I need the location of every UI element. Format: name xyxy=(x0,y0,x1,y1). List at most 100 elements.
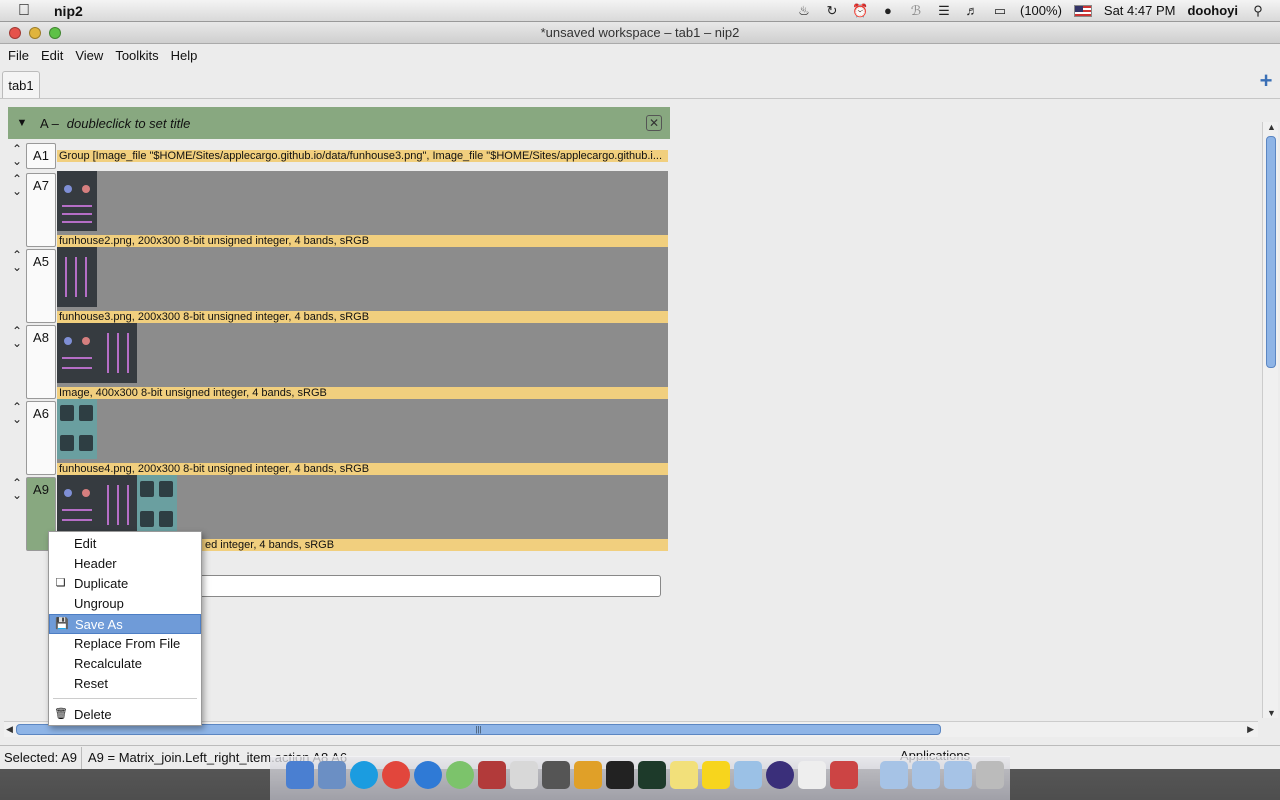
java-icon[interactable] xyxy=(574,761,602,789)
image-display-a6[interactable] xyxy=(57,399,668,463)
menu-file[interactable]: File xyxy=(8,48,35,63)
apple-icon[interactable]:  xyxy=(18,2,40,20)
row-a8: ⌃ ⌄ A8 Image, 400x300 8-bit unsigned inte… xyxy=(8,323,670,399)
system-menubar:  nip2 ♨ ↻ ⏰ ● ℬ ☰ ♬ ▭ (100%) Sat 4:47 P… xyxy=(0,0,1280,22)
documents-stack-icon[interactable] xyxy=(912,761,940,789)
menu-item-save-as[interactable]: 💾 Save As xyxy=(49,614,201,634)
bluetooth-icon[interactable]: ℬ xyxy=(908,3,924,18)
kakaotalk-icon[interactable] xyxy=(702,761,730,789)
duplicate-icon: ❏ xyxy=(55,577,66,589)
menu-item-reset[interactable]: Reset xyxy=(49,674,201,694)
row-label-a7[interactable]: A7 xyxy=(26,173,56,247)
chevron-down-icon[interactable]: ▼ xyxy=(8,117,36,129)
trash-icon[interactable] xyxy=(976,761,1004,789)
column-a: ▼ A – doubleclick to set title ✕ ⌃ ⌄ A1 G… xyxy=(8,107,670,551)
app-name[interactable]: nip2 xyxy=(54,3,83,19)
menu-item-edit[interactable]: Edit xyxy=(49,534,201,554)
row-caption-a5[interactable]: funhouse3.png, 200x300 8-bit unsigned in… xyxy=(57,311,668,323)
image-display-a9[interactable] xyxy=(57,475,668,539)
downloads-stack-icon[interactable] xyxy=(944,761,972,789)
user-name[interactable]: doohoyi xyxy=(1187,3,1238,18)
row-caption-a8[interactable]: Image, 400x300 8-bit unsigned integer, 4… xyxy=(57,387,668,399)
selected-status: Selected: A9 xyxy=(0,746,82,769)
app-icon[interactable] xyxy=(830,761,858,789)
applications-stack-icon[interactable] xyxy=(880,761,908,789)
scroll-up-icon[interactable]: ▲ xyxy=(1267,122,1276,132)
zoom-window-button[interactable] xyxy=(49,27,61,39)
menu-edit[interactable]: Edit xyxy=(41,48,69,63)
row-label-a1[interactable]: A1 xyxy=(26,143,56,169)
updown-icon[interactable]: ⌃ ⌄ xyxy=(10,249,24,273)
spotlight-icon[interactable]: ⚲ xyxy=(1250,3,1266,18)
chrome-icon[interactable] xyxy=(382,761,410,789)
row-label-a6[interactable]: A6 xyxy=(26,401,56,475)
sync-icon[interactable]: ↻ xyxy=(824,3,840,18)
stickies-icon[interactable] xyxy=(670,761,698,789)
skype-icon[interactable] xyxy=(350,761,378,789)
menu-item-delete[interactable]: 🗑 Delete xyxy=(49,705,201,725)
terminal-icon[interactable] xyxy=(606,761,634,789)
sublime-icon[interactable] xyxy=(542,761,570,789)
itunes-icon[interactable] xyxy=(414,761,442,789)
row-caption-a7[interactable]: funhouse2.png, 200x300 8-bit unsigned in… xyxy=(57,235,668,247)
vertical-scrollbar[interactable]: ▲ ▼ xyxy=(1262,122,1278,718)
close-window-button[interactable] xyxy=(9,27,21,39)
activity-monitor-icon[interactable] xyxy=(638,761,666,789)
dictionary-icon[interactable] xyxy=(478,761,506,789)
chat-icon[interactable]: ● xyxy=(880,3,896,18)
row-label-a5[interactable]: A5 xyxy=(26,249,56,323)
updown-icon[interactable]: ⌃ ⌄ xyxy=(10,173,24,197)
tab-tab1[interactable]: tab1 xyxy=(2,71,40,99)
menu-item-header[interactable]: Header xyxy=(49,554,201,574)
window-controls xyxy=(9,27,61,39)
column-header[interactable]: ▼ A – doubleclick to set title ✕ xyxy=(8,107,670,139)
status-items: ♨ ↻ ⏰ ● ℬ ☰ ♬ ▭ (100%) Sat 4:47 PM dooho… xyxy=(796,3,1280,18)
pd-icon[interactable] xyxy=(798,761,826,789)
wifi-icon[interactable]: ☰ xyxy=(936,3,952,18)
add-tab-icon[interactable]: + xyxy=(1258,70,1274,92)
row-label-a8[interactable]: A8 xyxy=(26,325,56,399)
menu-help[interactable]: Help xyxy=(171,48,204,63)
row-caption-a6[interactable]: funhouse4.png, 200x300 8-bit unsigned in… xyxy=(57,463,668,475)
bell-icon[interactable]: ♨ xyxy=(796,3,812,18)
scroll-down-icon[interactable]: ▼ xyxy=(1267,708,1276,718)
menu-item-ungroup[interactable]: Ungroup xyxy=(49,594,201,614)
eclipse-icon[interactable] xyxy=(766,761,794,789)
flag-icon[interactable] xyxy=(1073,4,1092,17)
scroll-right-icon[interactable]: ▶ xyxy=(1247,724,1254,735)
menu-item-recalculate[interactable]: Recalculate xyxy=(49,654,201,674)
updown-icon[interactable]: ⌃ ⌄ xyxy=(10,143,24,167)
menu-item-label: Duplicate xyxy=(74,576,129,591)
preview-icon[interactable] xyxy=(510,761,538,789)
close-column-icon[interactable]: ✕ xyxy=(646,115,662,131)
menu-item-replace-from-file[interactable]: Replace From File xyxy=(49,634,201,654)
updown-icon[interactable]: ⌃ ⌄ xyxy=(10,401,24,425)
menu-item-label: Edit xyxy=(74,536,97,551)
finder-icon[interactable] xyxy=(286,761,314,789)
dock xyxy=(270,756,1010,800)
updown-icon[interactable]: ⌃ ⌄ xyxy=(10,325,24,349)
row-caption-a1[interactable]: Group [Image_file "$HOME/Sites/applecarg… xyxy=(57,150,668,162)
column-name: A – xyxy=(40,115,59,131)
updown-icon[interactable]: ⌃ ⌄ xyxy=(10,477,24,501)
photos-icon[interactable] xyxy=(446,761,474,789)
column-title[interactable]: doubleclick to set title xyxy=(67,116,191,131)
vertical-scroll-thumb[interactable] xyxy=(1266,136,1276,368)
alarm-icon[interactable]: ⏰ xyxy=(852,3,868,18)
launchpad-icon[interactable] xyxy=(318,761,346,789)
menu-toolkits[interactable]: Toolkits xyxy=(115,48,164,63)
menu-view[interactable]: View xyxy=(75,48,109,63)
clock[interactable]: Sat 4:47 PM xyxy=(1104,3,1176,18)
volume-icon[interactable]: ♬ xyxy=(964,3,980,18)
scroll-left-icon[interactable]: ◀ xyxy=(6,724,13,735)
minimize-window-button[interactable] xyxy=(29,27,41,39)
image-display-a8[interactable] xyxy=(57,323,668,387)
menu-item-duplicate[interactable]: ❏ Duplicate xyxy=(49,574,201,594)
thumbnail xyxy=(137,475,177,535)
avatar-app-icon[interactable] xyxy=(734,761,762,789)
image-display-a5[interactable] xyxy=(57,247,668,311)
image-display-a7[interactable] xyxy=(57,171,668,235)
row-a1: ⌃ ⌄ A1 Group [Image_file "$HOME/Sites/app… xyxy=(8,141,670,169)
battery-icon[interactable]: ▭ xyxy=(992,3,1008,18)
window-titlebar: *unsaved workspace – tab1 – nip2 xyxy=(0,22,1280,44)
